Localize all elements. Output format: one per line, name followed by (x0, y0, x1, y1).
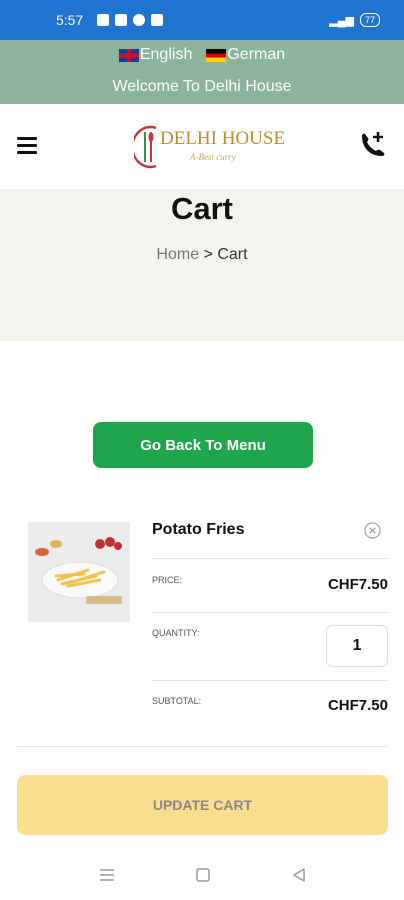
language-english[interactable]: English (118, 46, 193, 64)
quantity-input[interactable]: 1 (326, 625, 388, 667)
menu-icon[interactable] (17, 137, 37, 155)
language-german[interactable]: German (206, 46, 285, 64)
status-bar: 5:57 ▂▄▆ 77 (0, 0, 404, 40)
phone-icon[interactable] (356, 130, 388, 162)
product-name: Potato Fries (152, 521, 245, 538)
subtotal-label: SUBTOTAL: (152, 696, 202, 706)
nav-back-icon[interactable] (290, 867, 308, 883)
nav-menu-icon[interactable] (98, 867, 116, 883)
quantity-label: QUANTITY: (152, 628, 200, 638)
item-divider (152, 558, 388, 559)
status-system-icons: ▂▄▆ 77 (329, 13, 380, 27)
page-banner: Cart Home > Cart (0, 189, 404, 341)
breadcrumb-separator: > (203, 246, 213, 263)
status-time: 5:57 (56, 12, 84, 28)
language-german-label: German (227, 46, 286, 63)
go-back-to-menu-button[interactable]: Go Back To Menu (93, 422, 313, 468)
welcome-text: Welcome To Delhi House (112, 78, 292, 95)
language-english-label: English (139, 46, 193, 63)
remove-icon[interactable] (364, 522, 381, 539)
price-label: PRICE: (152, 575, 183, 585)
breadcrumb-current: Cart (217, 246, 248, 263)
nav-home-icon[interactable] (194, 867, 212, 883)
top-bar: English German Welcome To Delhi House (0, 40, 404, 104)
cart-divider (17, 746, 387, 747)
subtotal-value: CHF7.50 (327, 697, 388, 714)
language-switcher: English German (0, 46, 404, 64)
germany-flag-icon (206, 48, 227, 62)
logo-text: DELHI HOUSE (160, 128, 286, 149)
update-cart-button[interactable]: UPDATE CART (17, 775, 388, 835)
uk-flag-icon (118, 48, 139, 62)
potato-fries-image (28, 522, 130, 622)
breadcrumb: Home > Cart (0, 246, 404, 264)
system-navigation-bar (0, 850, 404, 900)
status-notification-icons (97, 14, 164, 26)
battery-icon: 77 (359, 13, 380, 27)
logo[interactable]: DELHI HOUSE A-Best curry (131, 124, 285, 170)
item-divider (152, 680, 388, 681)
item-divider (152, 612, 388, 613)
price-value: CHF7.50 (327, 576, 388, 593)
page-title: Cart (170, 191, 233, 226)
site-header: DELHI HOUSE A-Best curry (0, 104, 404, 189)
breadcrumb-home[interactable]: Home (156, 246, 199, 263)
signal-icon: ▂▄▆ (329, 14, 354, 27)
logo-tagline: A-Best curry (190, 152, 236, 162)
product-image (28, 522, 130, 622)
